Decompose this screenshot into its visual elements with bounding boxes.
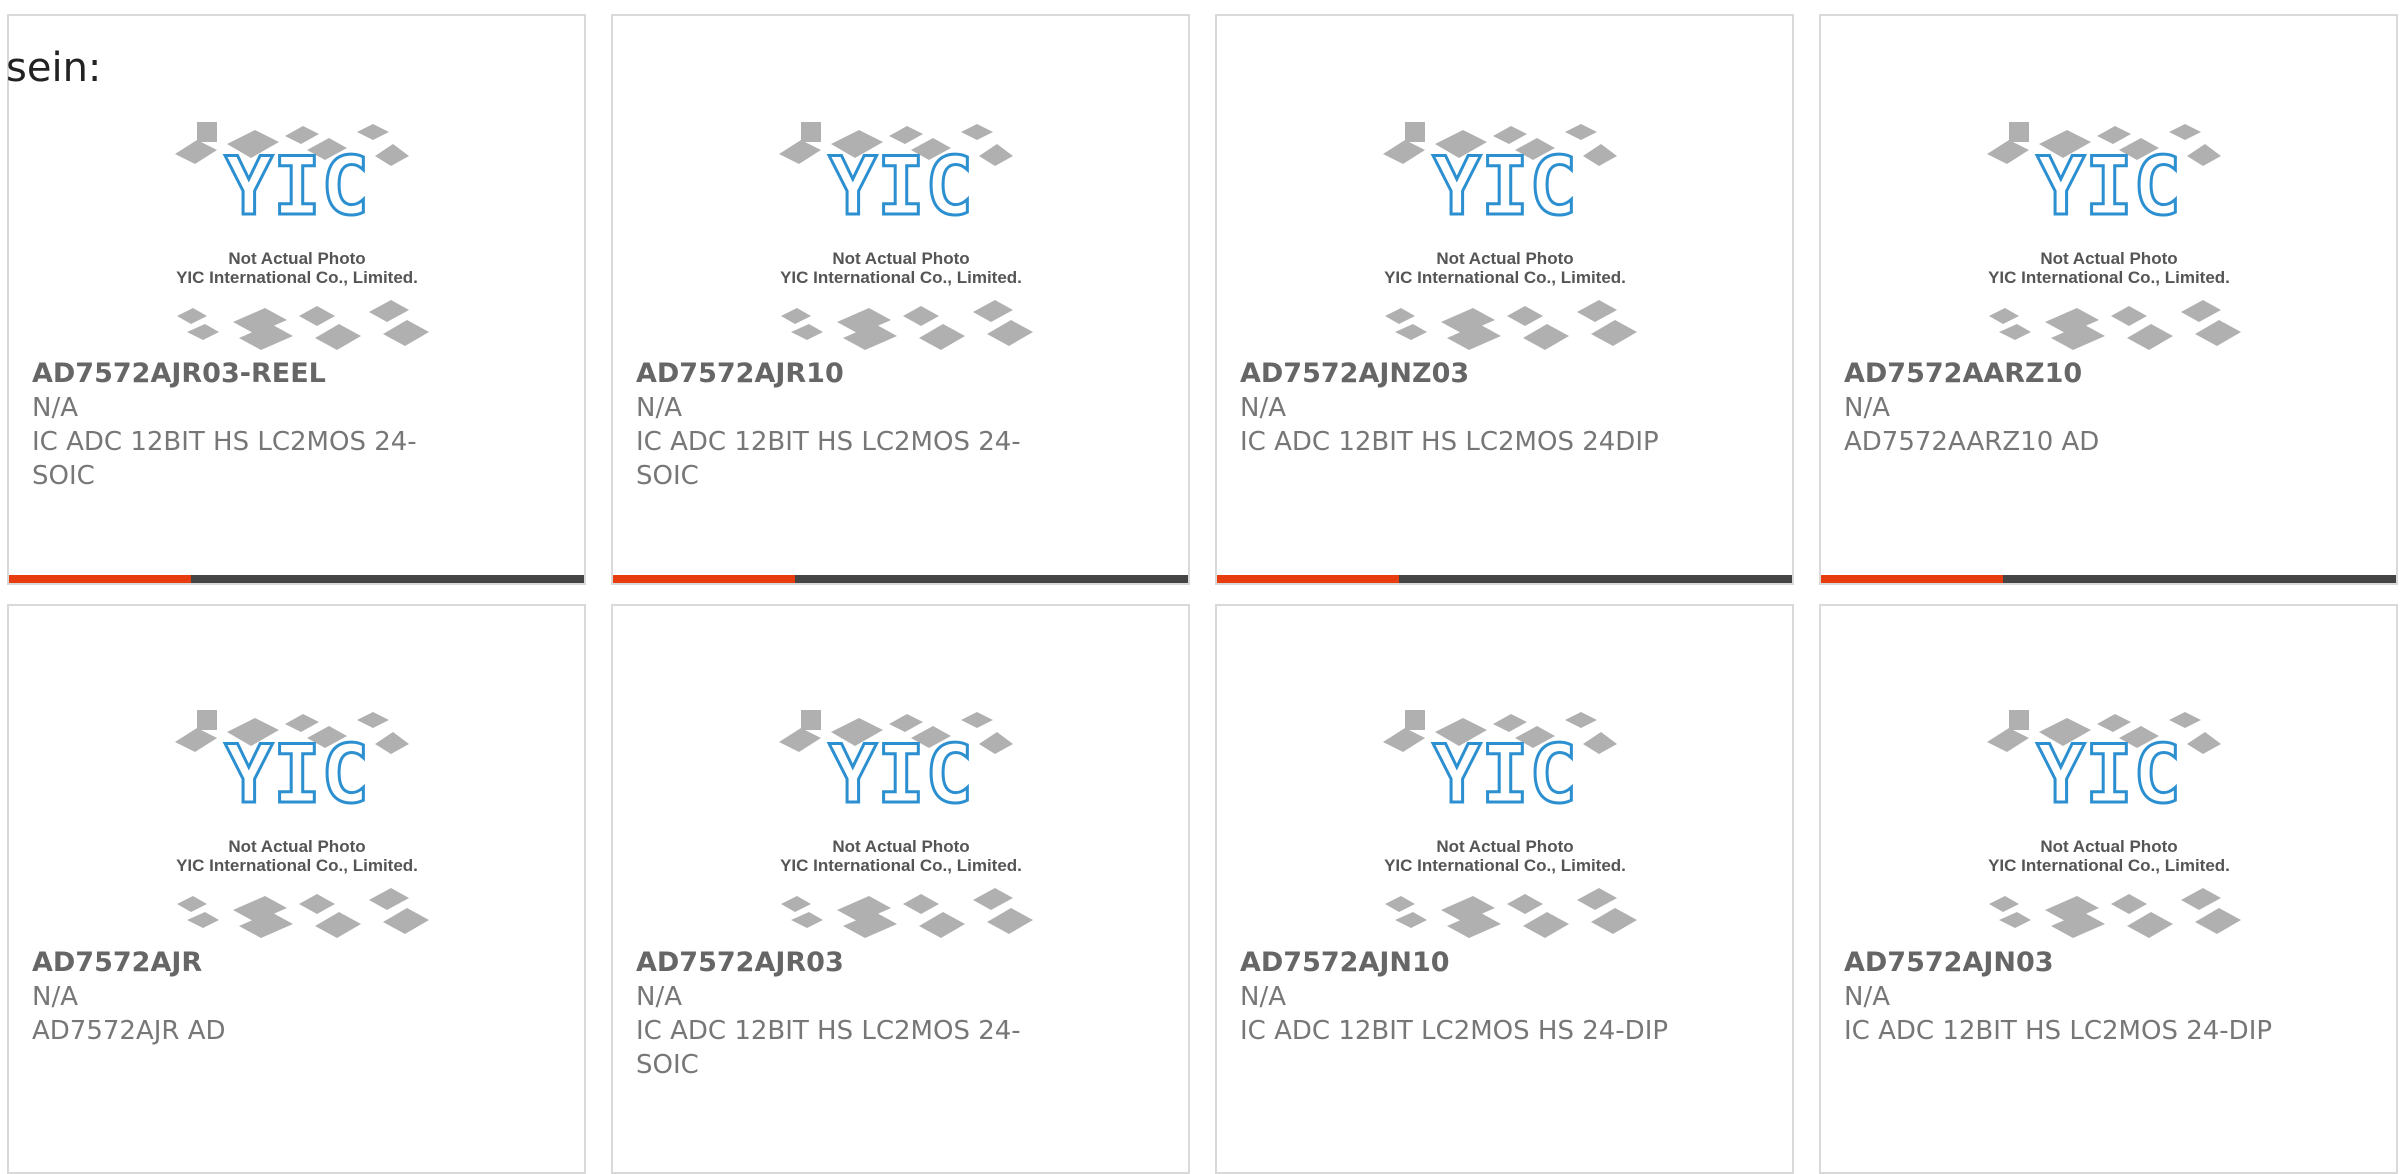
card-footer-bar (1217, 575, 1792, 583)
placeholder-line2: YIC International Co., Limited. (1988, 268, 2230, 287)
card-footer-bar (9, 575, 584, 583)
part-number[interactable]: AD7572AJR03-REEL (32, 357, 326, 391)
manufacturer: N/A (32, 393, 78, 423)
part-number[interactable]: AD7572AJR (32, 946, 202, 980)
product-image[interactable]: YIC Not Actual Photo YIC International C… (613, 96, 1188, 366)
description: IC ADC 12BIT HS LC2MOS 24-SOIC (636, 427, 1021, 491)
placeholder-line1: Not Actual Photo (1436, 249, 1573, 268)
description: IC ADC 12BIT HS LC2MOS 24DIP (1240, 427, 1659, 457)
placeholder-line1: Not Actual Photo (1436, 837, 1573, 856)
product-card[interactable]: YIC Not Actual Photo YIC International C… (7, 604, 586, 1174)
page-heading: sein: (6, 45, 102, 91)
product-card[interactable]: YIC Not Actual Photo YIC International C… (1215, 604, 1794, 1174)
manufacturer: N/A (1240, 982, 1286, 1012)
placeholder-line1: Not Actual Photo (832, 837, 969, 856)
card-footer-accent (9, 575, 191, 583)
placeholder-line1: Not Actual Photo (2040, 837, 2177, 856)
placeholder-line1: Not Actual Photo (228, 249, 365, 268)
description: IC ADC 12BIT HS LC2MOS 24-DIP (1844, 1016, 2273, 1046)
product-image[interactable]: YIC Not Actual Photo YIC International C… (1217, 96, 1792, 366)
yic-logo: YIC (2036, 140, 2181, 233)
placeholder-line1: Not Actual Photo (2040, 249, 2177, 268)
placeholder-line2: YIC International Co., Limited. (780, 856, 1022, 875)
product-image[interactable]: YIC Not Actual Photo YIC International C… (9, 96, 584, 366)
product-card[interactable]: YIC Not Actual Photo YIC International C… (7, 14, 586, 585)
card-footer-accent (1217, 575, 1399, 583)
product-card[interactable]: YIC Not Actual Photo YIC International C… (611, 14, 1190, 585)
placeholder-line2: YIC International Co., Limited. (1384, 268, 1626, 287)
product-image[interactable]: YIC Not Actual Photo YIC International C… (613, 684, 1188, 954)
description: IC ADC 12BIT LC2MOS HS 24-DIP (1240, 1016, 1669, 1046)
part-number[interactable]: AD7572AJNZ03 (1240, 357, 1469, 391)
product-card[interactable]: YIC Not Actual Photo YIC International C… (611, 604, 1190, 1174)
description: IC ADC 12BIT HS LC2MOS 24-SOIC (32, 427, 417, 491)
product-image[interactable]: YIC Not Actual Photo YIC International C… (9, 684, 584, 954)
product-image[interactable]: YIC Not Actual Photo YIC International C… (1821, 96, 2396, 366)
description: AD7572AJR AD (32, 1016, 226, 1046)
yic-logo: YIC (224, 728, 369, 821)
part-number[interactable]: AD7572AJR03 (636, 946, 844, 980)
manufacturer: N/A (1240, 393, 1286, 423)
product-card[interactable]: YIC Not Actual Photo YIC International C… (1215, 14, 1794, 585)
placeholder-line1: Not Actual Photo (228, 837, 365, 856)
placeholder-line2: YIC International Co., Limited. (1384, 856, 1626, 875)
card-footer-accent (613, 575, 795, 583)
yic-logo: YIC (224, 140, 369, 233)
product-card[interactable]: YIC Not Actual Photo YIC International C… (1819, 14, 2398, 585)
manufacturer: N/A (636, 393, 682, 423)
part-number[interactable]: AD7572AJR10 (636, 357, 844, 391)
product-image[interactable]: YIC Not Actual Photo YIC International C… (1217, 684, 1792, 954)
yic-logo: YIC (1432, 140, 1577, 233)
manufacturer: N/A (32, 982, 78, 1012)
product-image[interactable]: YIC Not Actual Photo YIC International C… (1821, 684, 2396, 954)
manufacturer: N/A (636, 982, 682, 1012)
description: IC ADC 12BIT HS LC2MOS 24-SOIC (636, 1016, 1021, 1080)
yic-logo: YIC (1432, 728, 1577, 821)
yic-logo: YIC (2036, 728, 2181, 821)
placeholder-line2: YIC International Co., Limited. (176, 856, 418, 875)
manufacturer: N/A (1844, 393, 1890, 423)
manufacturer: N/A (1844, 982, 1890, 1012)
card-footer-accent (1821, 575, 2003, 583)
part-number[interactable]: AD7572AARZ10 (1844, 357, 2082, 391)
product-card[interactable]: YIC Not Actual Photo YIC International C… (1819, 604, 2398, 1174)
placeholder-line2: YIC International Co., Limited. (1988, 856, 2230, 875)
description: AD7572AARZ10 AD (1844, 427, 2100, 457)
yic-logo: YIC (828, 140, 973, 233)
card-footer-bar (1821, 575, 2396, 583)
part-number[interactable]: AD7572AJN03 (1844, 946, 2054, 980)
yic-logo: YIC (828, 728, 973, 821)
placeholder-line2: YIC International Co., Limited. (176, 268, 418, 287)
card-footer-bar (613, 575, 1188, 583)
placeholder-line2: YIC International Co., Limited. (780, 268, 1022, 287)
placeholder-line1: Not Actual Photo (832, 249, 969, 268)
part-number[interactable]: AD7572AJN10 (1240, 946, 1450, 980)
